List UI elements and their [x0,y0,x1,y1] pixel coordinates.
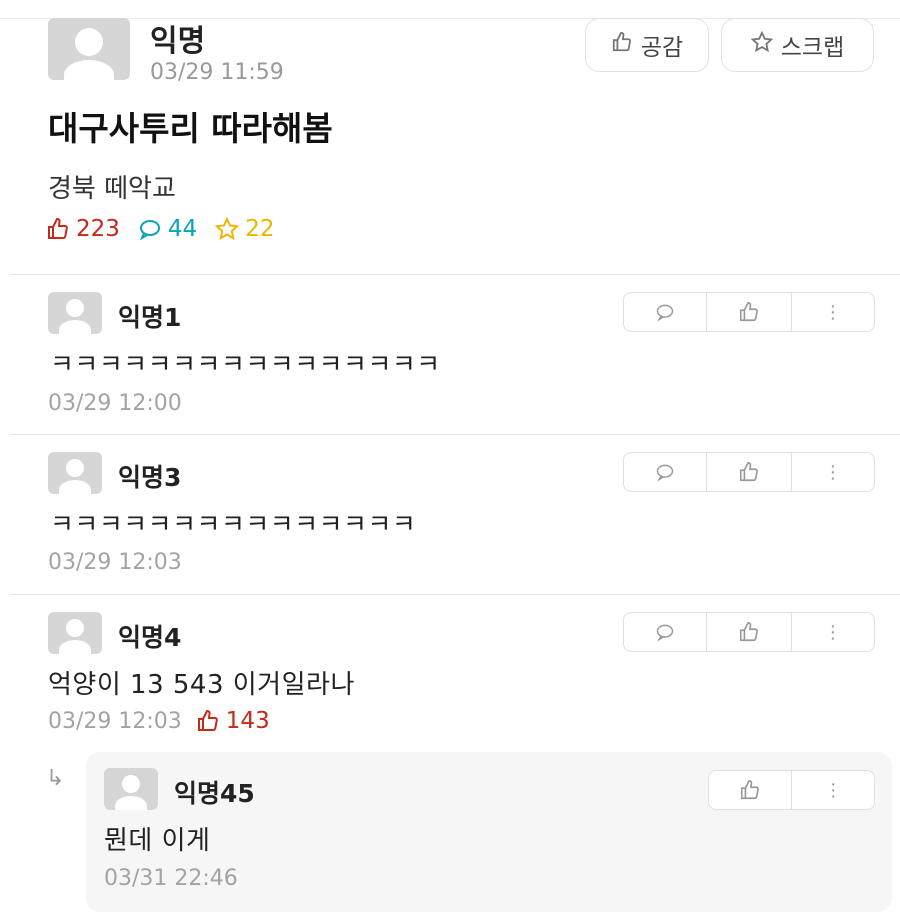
comment-text: ㅋㅋㅋㅋㅋㅋㅋㅋㅋㅋㅋㅋㅋㅋㅋㅋ [50,350,441,380]
post-body: 경북 떼악교 [48,174,176,204]
avatar [48,452,102,494]
reply-actions: ⋮ [708,770,875,810]
scrap-button[interactable]: 스크랩 [721,18,874,72]
comment-timestamp: 03/29 12:03 [48,550,182,575]
thumbs-up-icon [739,622,758,642]
top-edge [0,0,900,19]
comment-actions: ⋮ [623,452,875,492]
speech-bubble-icon [656,304,674,322]
comment-author: 익명3 [118,463,182,492]
divider [10,274,900,275]
reply-author: 익명45 [174,779,255,808]
comment-author: 익명1 [118,303,182,332]
like-button-label: 공감 [640,35,684,61]
post-timestamp: 03/29 11:59 [150,60,284,85]
more-options-button[interactable]: ⋮ [790,613,874,651]
speech-bubble-icon [139,220,160,241]
post-author: 익명 [150,24,206,59]
post-title: 대구사투리 따라해봄 [48,109,333,148]
reply-text: 뭔데 이게 [104,826,211,856]
scrap-button-label: 스크랩 [780,35,845,61]
comment-timestamp: 03/29 12:00 [48,391,182,416]
thumbs-up-icon [197,709,218,731]
more-icon: ⋮ [824,779,843,801]
comment-count: 44 [138,216,197,242]
speech-bubble-icon [656,624,674,642]
more-icon: ⋮ [823,301,842,323]
comment-text: ㅋㅋㅋㅋㅋㅋㅋㅋㅋㅋㅋㅋㅋㅋㅋ [50,510,417,540]
reply-like-button[interactable] [709,771,791,809]
reply-arrow-icon: ↳ [46,766,65,791]
avatar [48,18,130,80]
like-button[interactable]: 공감 [585,18,709,72]
divider [10,594,900,595]
comment-actions: ⋮ [623,612,875,652]
comment-like-button[interactable] [706,613,790,651]
avatar [48,612,102,654]
speech-bubble-icon [656,464,674,482]
star-icon [750,30,774,59]
comment-author: 익명4 [118,623,182,652]
thumbs-up-icon [741,780,760,800]
post-stats: 223 44 22 [46,216,274,242]
more-icon: ⋮ [823,461,842,483]
scrap-count: 22 [215,216,274,242]
more-options-button[interactable]: ⋮ [790,293,874,331]
avatar [104,768,158,810]
star-icon [215,217,240,241]
more-options-button[interactable]: ⋮ [790,453,874,491]
more-icon: ⋮ [823,621,842,643]
reply-button[interactable] [624,613,706,651]
avatar [48,292,102,334]
thumbs-up-icon [611,31,633,59]
comment-like-button[interactable] [706,453,790,491]
like-count: 223 [46,216,120,242]
thumbs-up-icon [48,217,68,239]
reply-timestamp: 03/31 22:46 [104,866,238,891]
thumbs-up-icon [739,462,758,482]
comment-timestamp: 03/29 12:03 143 [48,708,270,734]
divider [10,434,900,435]
reply-button[interactable] [624,293,706,331]
comment-text: 억양이 13 543 이거일라나 [48,670,355,700]
reply-button[interactable] [624,453,706,491]
thumbs-up-icon [739,302,758,322]
comment-vote-count: 143 [196,708,270,734]
comment-actions: ⋮ [623,292,875,332]
more-options-button[interactable]: ⋮ [791,771,874,809]
comment-like-button[interactable] [706,293,790,331]
